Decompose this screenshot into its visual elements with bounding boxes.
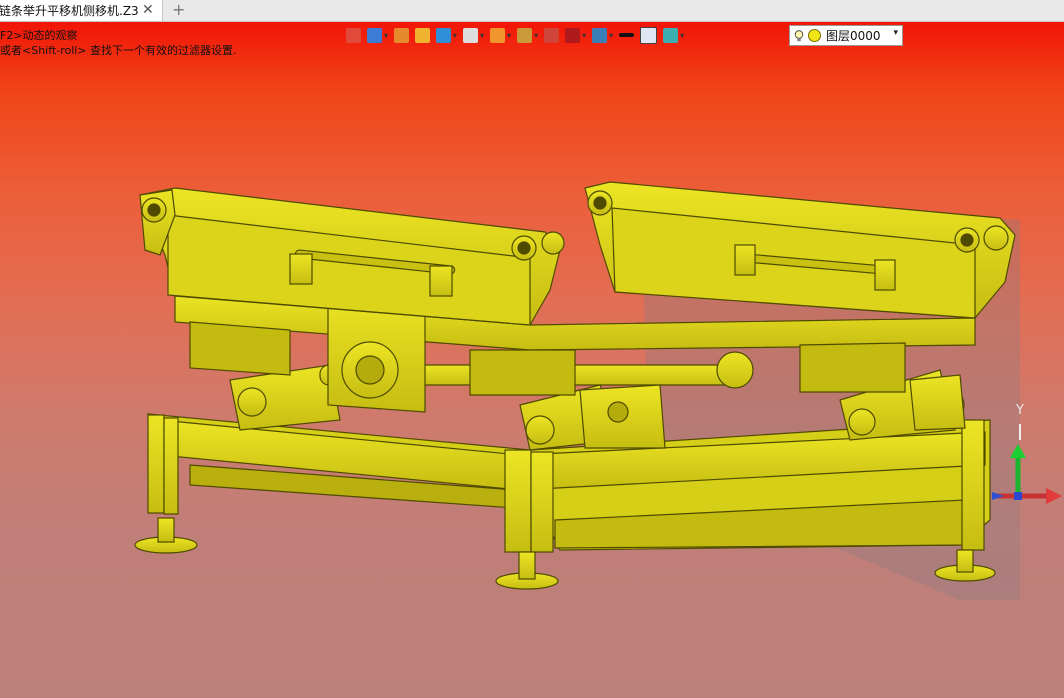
chevron-down-icon[interactable]: ▾: [507, 31, 511, 40]
chevron-down-icon[interactable]: ▾: [384, 31, 388, 40]
chevron-down-icon[interactable]: ▾: [453, 31, 457, 40]
model-render: [134, 181, 1020, 600]
view-cube-icon: [463, 27, 479, 43]
document-tab-title: 链条举升平移机侧移机.Z3: [0, 4, 139, 18]
color-swatch-icon: [640, 26, 658, 44]
chevron-down-icon[interactable]: ▾: [609, 31, 613, 40]
pencil-icon: [394, 27, 410, 43]
layer-color-icon: [808, 29, 821, 42]
document-tab[interactable]: 链条举升平移机侧移机.Z3 ✕: [0, 0, 163, 21]
snap-icon: [544, 27, 560, 43]
snap-button[interactable]: [544, 27, 560, 43]
chevron-down-icon[interactable]: ▾: [582, 31, 586, 40]
floating-toolbar: ▾ ▾ ▾ ▾ ▾ ▾ ▾ ▾: [346, 24, 690, 46]
close-icon[interactable]: ✕: [142, 2, 154, 18]
display-button[interactable]: ▾: [592, 27, 613, 43]
layer-manager-icon: [663, 27, 679, 43]
frame-icon: [565, 27, 581, 43]
zoom-button[interactable]: ▾: [517, 27, 538, 43]
cube-shade-button[interactable]: ▾: [436, 27, 457, 43]
3d-viewport[interactable]: Y: [0, 22, 1064, 698]
pencil-button[interactable]: [394, 27, 410, 43]
zoom-icon: [517, 27, 533, 43]
hint-line-2: 或者<Shift-roll> 查找下一个有效的过滤器设置.: [0, 44, 237, 57]
chevron-down-icon[interactable]: ▾: [480, 31, 484, 40]
box-color-icon: [415, 27, 431, 43]
axis-triad: Y: [990, 400, 1064, 514]
exit-button[interactable]: [346, 27, 361, 43]
chevron-down-icon[interactable]: ▾: [680, 31, 684, 40]
display-icon: [592, 27, 608, 43]
layer-select[interactable]: 图层0000 ▾: [789, 25, 903, 46]
layer-manager-button[interactable]: ▾: [663, 27, 684, 43]
tab-bar: 链条举升平移机侧移机.Z3 ✕ +: [0, 0, 1064, 22]
print-icon: [367, 27, 382, 43]
cube-shade-icon: [436, 27, 452, 43]
layer-name: 图层0000: [826, 29, 881, 43]
chevron-down-icon[interactable]: ▾: [534, 31, 538, 40]
render-icon: [490, 27, 506, 43]
color-swatch-button[interactable]: [640, 26, 658, 44]
chevron-down-icon[interactable]: ▾: [893, 28, 898, 38]
print-button[interactable]: ▾: [367, 27, 388, 43]
line-style-icon: [619, 33, 635, 37]
frame-button[interactable]: ▾: [565, 27, 586, 43]
lightbulb-icon: [794, 29, 804, 41]
view-cube-button[interactable]: ▾: [463, 27, 484, 43]
hint-line-1: F2>动态的观察: [0, 29, 78, 42]
line-style-button[interactable]: [619, 33, 635, 37]
svg-text:Y: Y: [1015, 403, 1024, 418]
new-tab-icon[interactable]: +: [172, 0, 185, 19]
box-color-button[interactable]: [415, 27, 431, 43]
render-button[interactable]: ▾: [490, 27, 511, 43]
exit-icon: [346, 27, 361, 43]
